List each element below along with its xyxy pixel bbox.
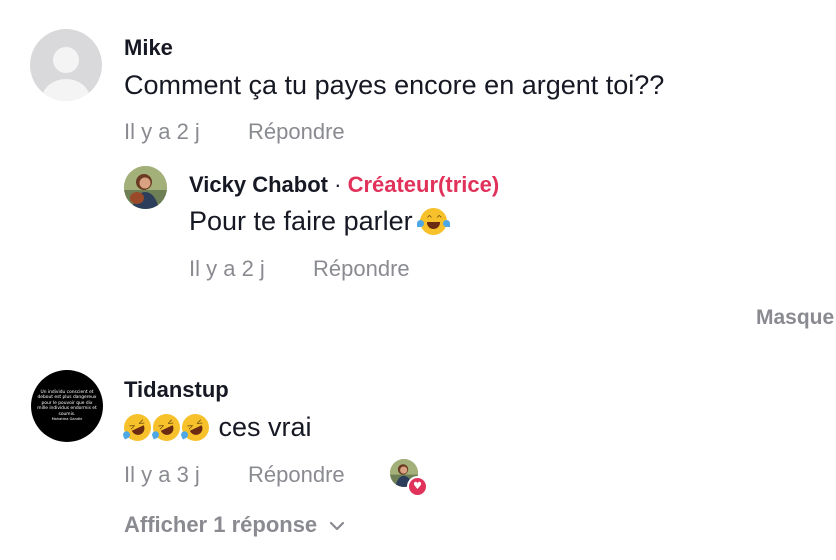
reply-button[interactable]: Répondre <box>248 119 345 145</box>
comment-text-line: >< >< >< ces vrai <box>119 409 312 446</box>
comment-username[interactable]: Tidanstup <box>124 377 229 403</box>
chevron-down-icon <box>330 522 345 531</box>
reply-username[interactable]: Vicky Chabot <box>189 172 328 197</box>
comment-timestamp: Il y a 3 j <box>124 462 200 487</box>
reply-header: Vicky Chabot · Créateur(trice) <box>189 172 499 198</box>
reply-timestamp: Il y a 2 j <box>189 256 265 281</box>
separator-dot: · <box>334 172 342 197</box>
creator-badge: Créateur(trice) <box>347 172 500 197</box>
default-user-avatar-icon <box>53 47 79 73</box>
reply-text: Pour te faire parler <box>189 206 413 236</box>
reply-text-line: Pour te faire parler ^^ <box>189 206 451 237</box>
reply-button[interactable]: Répondre <box>248 462 345 488</box>
comment-text: Comment ça tu payes encore en argent toi… <box>124 70 665 100</box>
avatar-vicky-chabot[interactable] <box>124 166 167 209</box>
avatar-quote-text: Un individu conscient et debout est plus… <box>37 390 97 422</box>
face-with-tears-of-joy-icon: ^^ <box>417 208 451 235</box>
comment-timestamp: Il y a 2 j <box>124 119 200 144</box>
profile-photo-icon <box>124 166 167 209</box>
comment-username[interactable]: Mike <box>124 35 173 61</box>
avatar-mike[interactable] <box>30 29 102 101</box>
reply-reply-button[interactable]: Répondre <box>313 256 410 282</box>
hide-replies-button[interactable]: Masque <box>756 306 834 330</box>
rolling-on-floor-laughing-icon: >< <box>119 409 156 446</box>
comment-text: ces vrai <box>218 412 312 442</box>
show-replies-label[interactable]: Afficher 1 réponse <box>124 512 317 537</box>
show-replies-button[interactable]: Afficher 1 réponse <box>124 512 345 538</box>
heart-icon: ♥ <box>407 476 428 497</box>
rolling-on-floor-laughing-icon: >< <box>177 409 214 446</box>
avatar-tidanstup[interactable]: Un individu conscient et debout est plus… <box>31 370 103 442</box>
rolling-on-floor-laughing-icon: >< <box>148 409 185 446</box>
